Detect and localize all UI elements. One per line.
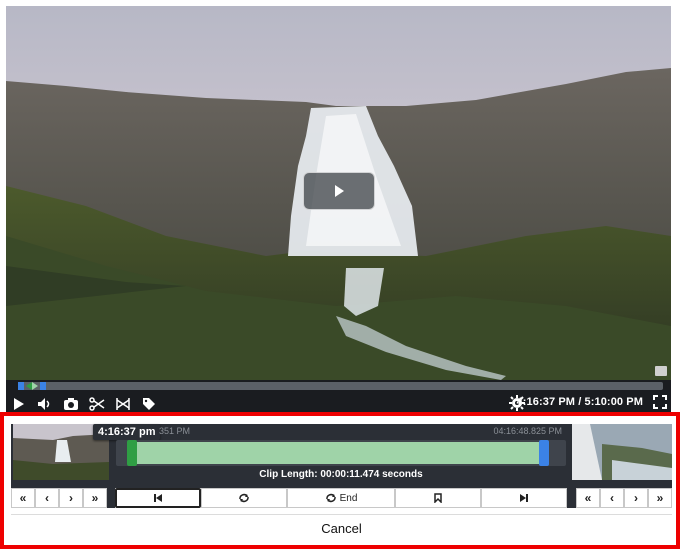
end-nav-group: « ‹ › »: [576, 488, 672, 508]
clip-action-group: End: [115, 488, 567, 508]
camera-icon: [64, 398, 78, 410]
video-frame[interactable]: [6, 6, 671, 380]
fullscreen-icon: [653, 395, 667, 409]
go-to-end-button[interactable]: [481, 488, 567, 508]
end-jump-back-button[interactable]: «: [576, 488, 600, 508]
volume-icon: [38, 398, 50, 410]
loop-start-button[interactable]: [201, 488, 287, 508]
range-start-label: 351 PM: [159, 426, 191, 436]
play-icon: [335, 185, 344, 197]
time-separator: /: [578, 396, 582, 408]
loop-icon: [325, 493, 336, 503]
end-step-back-button[interactable]: ‹: [600, 488, 624, 508]
range-end-label: 04:16:48.825 PM: [493, 426, 562, 436]
loop-icon: [239, 493, 249, 503]
snapshot-button[interactable]: [58, 394, 84, 414]
video-player: 4:16:37 PM / 5:10:00 PM: [6, 6, 671, 414]
tag-button[interactable]: [136, 394, 162, 414]
export-clip-button[interactable]: [110, 394, 136, 414]
current-time: 4:16:37 PM: [516, 396, 576, 408]
clip-nav-row: « ‹ › » End « ‹ › »: [11, 488, 672, 508]
time-readout: 4:16:37 PM / 5:10:00 PM: [517, 396, 643, 408]
volume-button[interactable]: [32, 394, 58, 414]
play-overlay-button[interactable]: [303, 172, 375, 210]
go-to-start-button[interactable]: [115, 488, 201, 508]
seek-bar[interactable]: [18, 382, 663, 390]
play-icon: [14, 398, 24, 410]
start-step-forward-button[interactable]: ›: [59, 488, 83, 508]
start-step-back-button[interactable]: ‹: [35, 488, 59, 508]
export-icon: [116, 398, 130, 410]
end-step-forward-button[interactable]: ›: [624, 488, 648, 508]
clip-length-label: Clip Length: 00:00:11.474 seconds: [259, 469, 423, 480]
clip-timeline: 4:16:37 pm 351 PM 04:16:48.825 PM Clip L…: [11, 424, 672, 488]
bookmark-icon: [434, 493, 442, 503]
start-handle[interactable]: [127, 440, 137, 466]
cancel-button[interactable]: Cancel: [11, 514, 672, 542]
control-bar: 4:16:37 PM / 5:10:00 PM: [6, 394, 671, 414]
scissors-icon: [89, 397, 105, 411]
clip-range-marker: [18, 382, 46, 390]
end-thumbnail-image: [572, 424, 672, 480]
start-jump-back-button[interactable]: «: [11, 488, 35, 508]
end-thumbnail: [572, 424, 672, 480]
end-time: 5:10:00 PM: [584, 396, 643, 408]
clip-editor-panel: 4:16:37 pm 351 PM 04:16:48.825 PM Clip L…: [0, 412, 680, 549]
end-label: End: [339, 492, 358, 504]
loop-end-button[interactable]: End: [287, 488, 395, 508]
clip-selection[interactable]: [130, 442, 544, 464]
start-jump-forward-button[interactable]: »: [83, 488, 107, 508]
skip-end-icon: [520, 494, 528, 502]
start-nav-group: « ‹ › »: [11, 488, 107, 508]
skip-start-icon: [154, 494, 162, 502]
clip-range-track[interactable]: [116, 440, 566, 466]
end-handle[interactable]: [539, 440, 549, 466]
play-button[interactable]: [6, 394, 32, 414]
quality-icon[interactable]: [655, 366, 667, 376]
clip-button[interactable]: [84, 394, 110, 414]
end-jump-forward-button[interactable]: »: [648, 488, 672, 508]
tag-icon: [143, 398, 155, 410]
hover-time-tooltip: 4:16:37 pm: [93, 424, 161, 440]
bookmark-button[interactable]: [395, 488, 481, 508]
